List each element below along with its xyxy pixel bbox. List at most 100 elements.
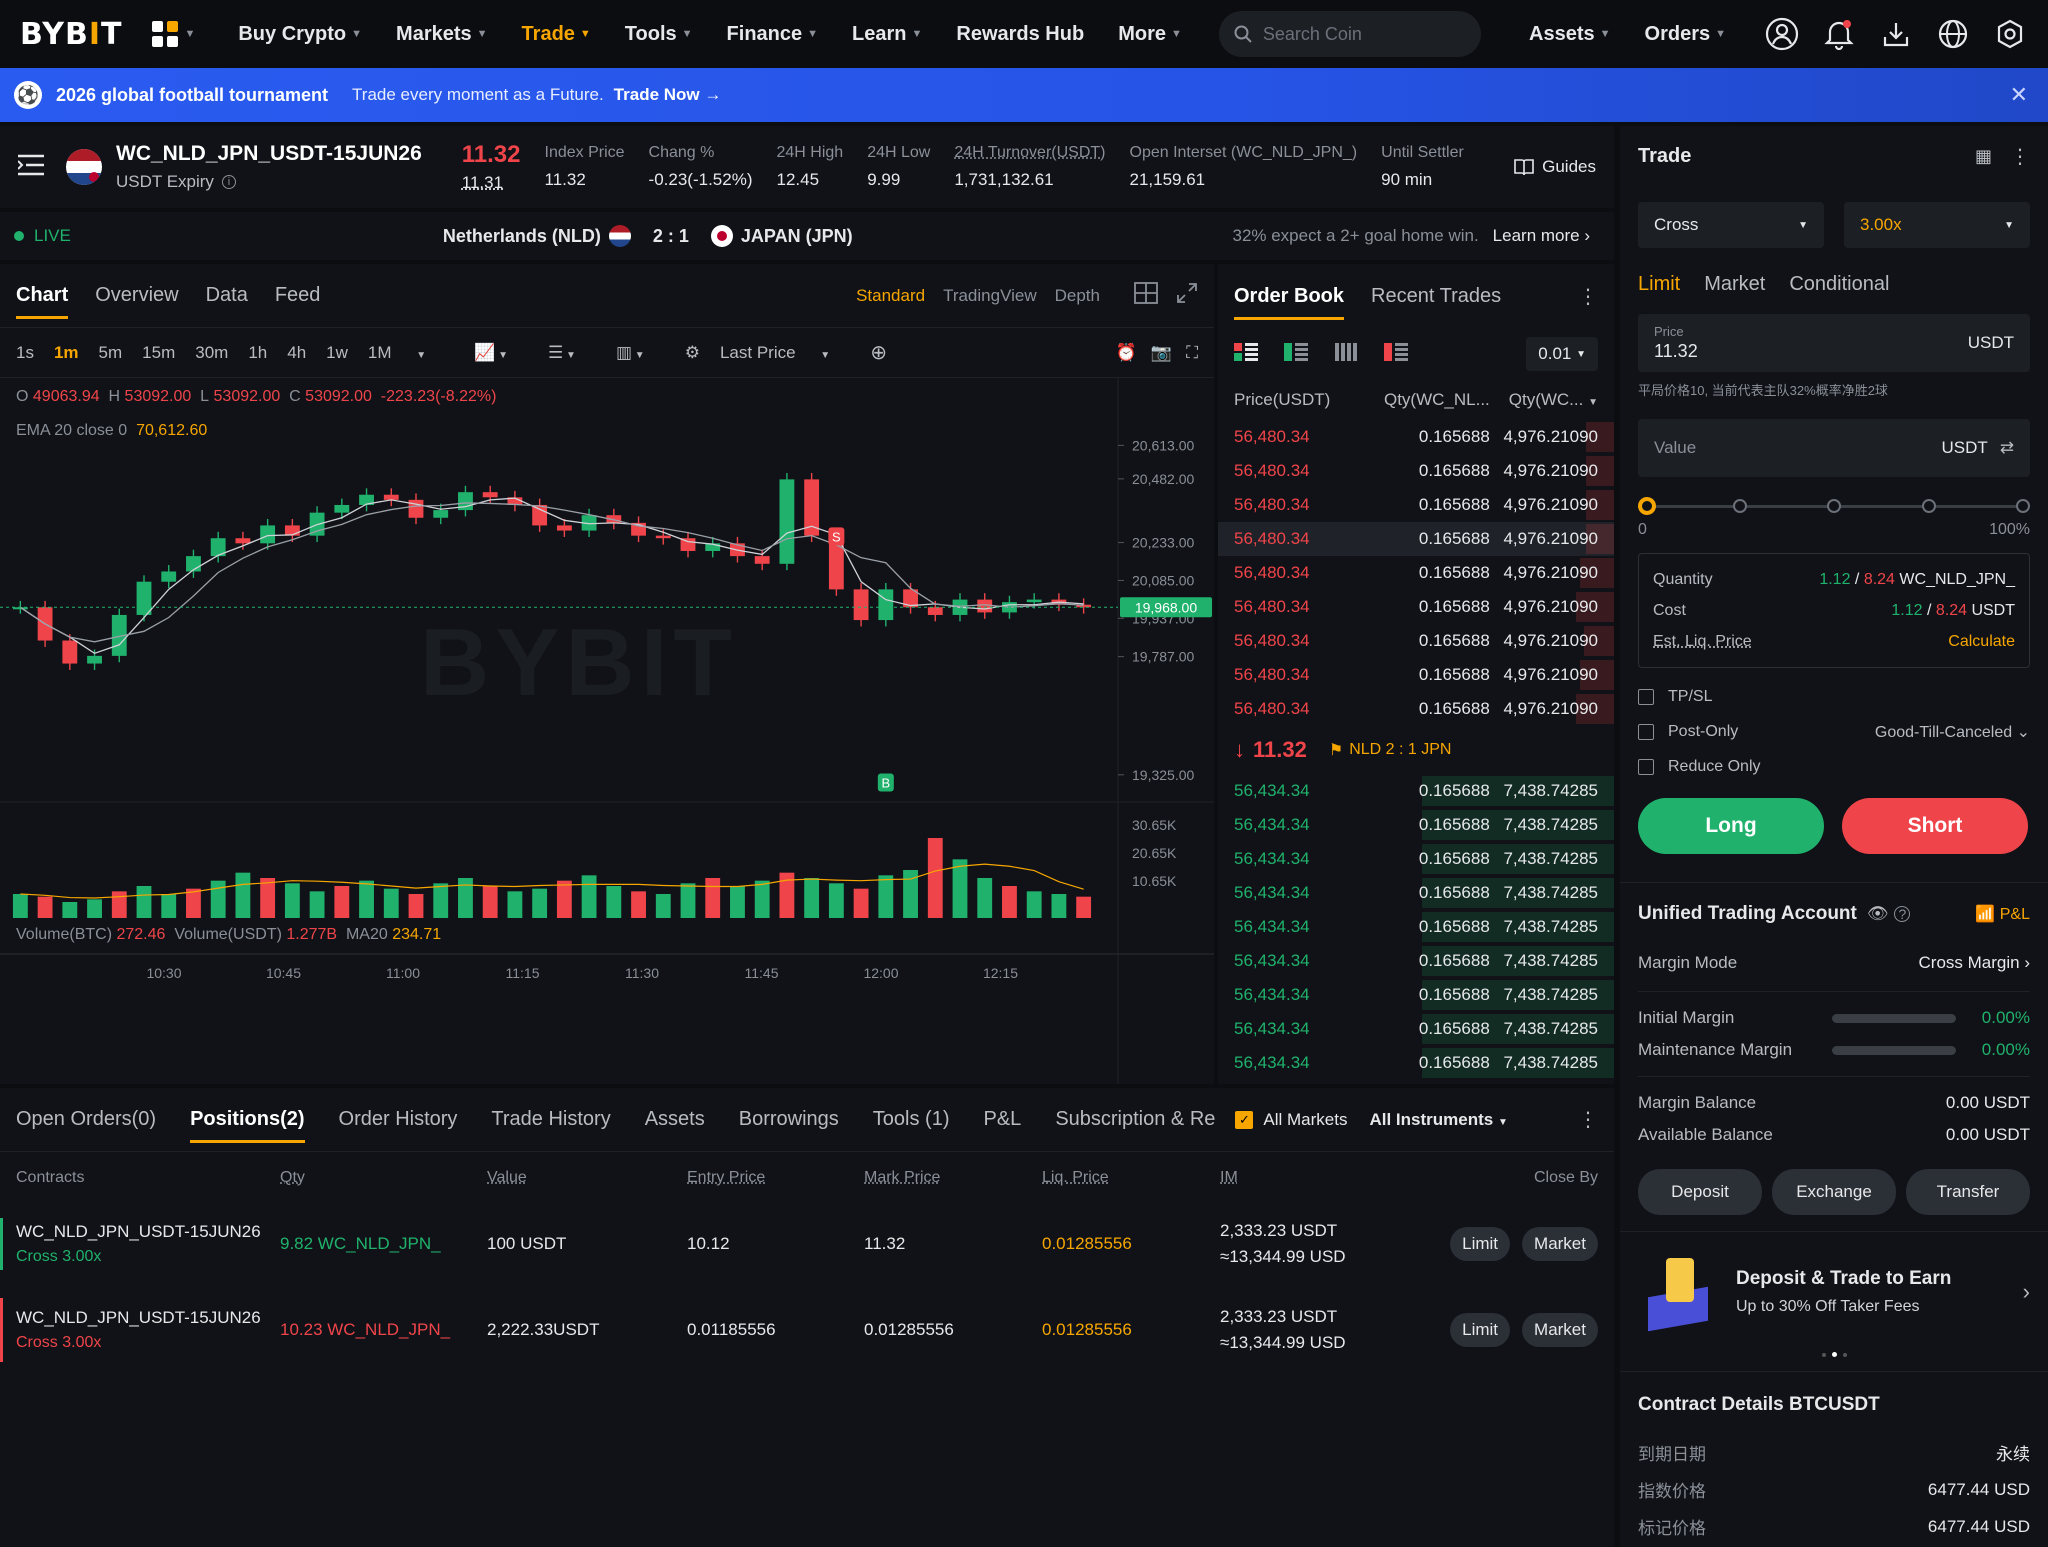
tab-pnl[interactable]: P&L [984,1092,1022,1147]
chart-settings-icon[interactable]: ⚙ [685,343,700,363]
bid-row[interactable]: 56,434.34 0.165688 7,438.74285 [1218,808,1614,842]
reduce-only-checkbox[interactable]: Reduce Only [1638,758,2030,776]
ask-row[interactable]: 56,480.34 0.165688 4,976.21090 [1218,658,1614,692]
pnl-link[interactable]: 📶 P&L [1975,904,2030,924]
bid-row[interactable]: 56,434.34 0.165688 7,438.74285 [1218,1046,1614,1080]
tab-feed[interactable]: Feed [275,270,321,321]
chart-area[interactable]: O 49063.94 H 53092.00 L 53092.00 C 53092… [0,378,1214,1084]
nav-learn[interactable]: Learn ▼ [852,23,922,46]
close-market-button[interactable]: Market [1522,1313,1598,1347]
precision-select[interactable]: 0.01 ▼ [1526,337,1598,371]
last-price-select[interactable]: Last Price ▼ [720,343,850,363]
search-input[interactable]: Search Coin [1218,11,1481,57]
tf-30m[interactable]: 30m [195,343,228,363]
tab-order-book[interactable]: Order Book [1234,271,1345,322]
short-button[interactable]: Short [1842,798,2028,854]
tab-overview[interactable]: Overview [95,270,178,321]
tpsl-checkbox[interactable]: TP/SL [1638,688,2030,706]
nav-tools[interactable]: Tools ▼ [625,23,693,46]
ask-row[interactable]: 56,480.34 0.165688 4,976.21090 [1218,488,1614,522]
view-both-icon[interactable] [1234,342,1258,367]
price-input[interactable]: Price 11.32 USDT [1638,314,2030,372]
trade-more-icon[interactable]: ⋮ [2010,144,2030,169]
add-indicator-icon[interactable]: ⊕ [870,340,887,365]
tf-1M[interactable]: 1M ▼ [368,343,446,363]
ask-row[interactable]: 56,480.34 0.165688 4,976.21090 [1218,454,1614,488]
nav-rewards-hub[interactable]: Rewards Hub [956,23,1084,46]
close-market-button[interactable]: Market [1522,1227,1598,1261]
bid-row[interactable]: 56,434.34 0.165688 7,438.74285 [1218,774,1614,808]
order-type-market[interactable]: Market [1704,273,1765,296]
tf-1w[interactable]: 1w [326,343,348,363]
view-tradingview[interactable]: TradingView [943,286,1037,306]
position-row[interactable]: WC_NLD_JPN_USDT-15JUN26 Cross 3.00x 9.82 … [0,1204,1614,1284]
notification-bell-icon[interactable] [1821,16,1857,52]
value-input[interactable]: Value USDT ⇄ [1638,419,2030,477]
orderbook-more-icon[interactable]: ⋮ [1578,284,1598,309]
menu-icon[interactable] [17,154,44,181]
view-depth[interactable]: Depth [1055,286,1100,306]
tab-assets[interactable]: Assets [645,1092,705,1147]
tab-data[interactable]: Data [206,270,248,321]
slider-step[interactable] [1827,499,1841,513]
order-type-limit[interactable]: Limit [1638,273,1680,296]
time-in-force-select[interactable]: Good-Till-Canceled ⌄ [1875,722,2030,742]
qr-grid-icon[interactable]: ▦ [1975,146,1992,167]
transfer-button[interactable]: Transfer [1906,1169,2030,1215]
nav-orders[interactable]: Orders ▼ [1645,23,1726,46]
bybit-logo[interactable]: BYBIT [20,17,122,52]
margin-mode-row[interactable]: Margin Mode Cross Margin › [1638,945,2030,981]
nav-more[interactable]: More ▼ [1118,23,1182,46]
position-row[interactable]: WC_NLD_JPN_USDT-15JUN26 Cross 3.00x 10.23… [0,1284,1614,1376]
apps-grid-icon[interactable] [152,21,179,47]
nav-assets[interactable]: Assets ▼ [1529,23,1611,46]
chart-style-icon[interactable]: ☰ ▼ [548,343,596,363]
tab-borrowings[interactable]: Borrowings [739,1092,839,1147]
bid-row[interactable]: 56,434.34 0.165688 7,438.74285 [1218,842,1614,876]
carousel-dots[interactable] [1638,1352,2030,1357]
all-instruments-select[interactable]: All Instruments ▼ [1369,1110,1507,1130]
download-icon[interactable] [1878,16,1914,52]
post-only-checkbox[interactable]: Post-Only [1638,723,1738,741]
symbol-name[interactable]: WC_NLD_JPN_USDT-15JUN26 [116,142,422,166]
user-avatar-icon[interactable] [1764,16,1800,52]
slider-step[interactable] [2016,499,2030,513]
margin-mode-select[interactable]: Cross ▼ [1638,202,1824,248]
indicator-line-icon[interactable]: 📈 ▼ [474,343,528,363]
camera-icon[interactable]: 📷 [1151,343,1172,363]
bid-row[interactable]: 56,434.34 0.165688 7,438.74285 [1218,944,1614,978]
tab-open-orders[interactable]: Open Orders(0) [16,1092,156,1147]
exchange-button[interactable]: Exchange [1772,1169,1896,1215]
tab-recent-trades[interactable]: Recent Trades [1371,271,1501,322]
tab-chart[interactable]: Chart [16,270,69,321]
ask-row[interactable]: 56,480.34 0.165688 4,976.21090 [1218,590,1614,624]
view-depth-bars-icon[interactable] [1334,342,1358,367]
expand-chart-icon[interactable]: ⛶ [1186,343,1198,363]
close-limit-button[interactable]: Limit [1450,1313,1511,1347]
slider-step[interactable] [1921,499,1936,513]
tab-positions[interactable]: Positions(2) [190,1092,305,1147]
quantity-slider[interactable] [1638,491,2030,521]
guides-button[interactable]: Guides [1514,157,1596,177]
tab-trade-history[interactable]: Trade History [491,1092,610,1147]
tf-15m[interactable]: 15m [142,343,175,363]
view-standard[interactable]: Standard [856,286,925,306]
apps-chevron-down-icon[interactable]: ▼ [184,28,195,40]
info-icon[interactable]: i [221,175,236,189]
bid-row[interactable]: 56,434.34 0.165688 7,438.74285 [1218,910,1614,944]
all-markets-checkbox[interactable]: ✓ All Markets [1235,1110,1347,1130]
promo-chevron-icon[interactable]: › [2023,1279,2030,1305]
globe-icon[interactable] [1935,16,1971,52]
order-type-conditional[interactable]: Conditional [1789,273,1889,296]
ask-row[interactable]: 56,480.34 0.165688 4,976.21090 [1218,624,1614,658]
close-limit-button[interactable]: Limit [1450,1227,1511,1261]
slider-step[interactable] [1732,499,1747,513]
nav-buy-crypto[interactable]: Buy Crypto ▼ [238,23,362,46]
contract-name[interactable]: WC_NLD_JPN_USDT-15JUN26 [16,1308,280,1328]
tf-1s[interactable]: 1s [16,343,34,363]
deposit-button[interactable]: Deposit [1638,1169,1762,1215]
eye-icon[interactable]: 👁 [1867,904,1889,924]
fullscreen-icon[interactable] [1176,282,1198,309]
qty-unit-select[interactable]: Qty(WC... ▼ [1490,390,1598,410]
tf-5m[interactable]: 5m [99,343,123,363]
